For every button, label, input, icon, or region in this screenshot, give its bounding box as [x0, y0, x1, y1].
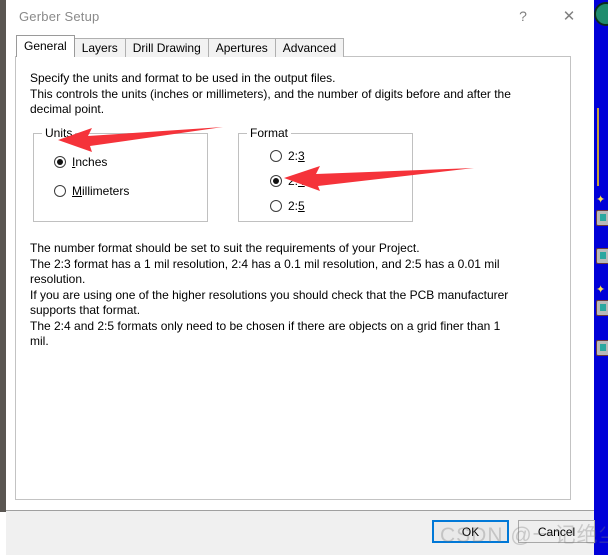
radio-millimeters[interactable]: Millimeters — [54, 183, 129, 198]
description-bottom: The number format should be set to suit … — [30, 241, 550, 350]
dialog-footer: OK Cancel — [6, 510, 595, 555]
close-icon[interactable]: ✕ — [552, 0, 586, 31]
desktop-background-strip: ✦ ✦ — [592, 0, 608, 555]
units-group-title: Units — [42, 126, 76, 140]
radio-format-2-4[interactable]: 2:4 — [270, 173, 305, 188]
radio-format-2-5-label: 2:5 — [288, 198, 305, 213]
description-bottom-line: supports that format. — [30, 303, 141, 317]
radio-format-2-5[interactable]: 2:5 — [270, 198, 305, 213]
radio-millimeters-indicator — [54, 184, 66, 197]
tab-layers[interactable]: Layers — [73, 38, 126, 57]
window-title: Gerber Setup — [19, 8, 100, 24]
desktop-icon[interactable] — [596, 300, 608, 316]
units-group-box: Units Inches Millimeters — [33, 126, 208, 222]
radio-inches-label: Inches — [72, 154, 108, 169]
title-bar: Gerber Setup ? ✕ — [6, 0, 594, 32]
desktop-icon[interactable] — [596, 248, 608, 264]
desktop-icon[interactable] — [596, 210, 608, 226]
radio-format-2-3[interactable]: 2:3 — [270, 148, 305, 163]
tab-general[interactable]: General — [16, 35, 75, 57]
format-group-title: Format — [247, 126, 292, 140]
radio-inches[interactable]: Inches — [54, 154, 107, 169]
tab-panel-general: Specify the units and format to be used … — [15, 56, 571, 500]
desktop-sparkle-icon: ✦ — [596, 284, 606, 296]
description-bottom-line: The 2:3 format has a 1 mil resolution, 2… — [30, 256, 500, 271]
desktop-icon[interactable] — [596, 340, 608, 356]
desktop-sparkle-icon: ✦ — [596, 194, 606, 206]
description-bottom-line: mil. — [30, 334, 49, 348]
help-icon[interactable]: ? — [506, 0, 540, 31]
tab-advanced[interactable]: Advanced — [274, 38, 345, 57]
description-top-line: Specify the units and format to be used … — [30, 71, 336, 85]
radio-millimeters-label: Millimeters — [72, 183, 130, 198]
tab-strip: General Layers Drill Drawing Apertures A… — [16, 35, 345, 57]
radio-format-2-3-indicator — [270, 149, 282, 162]
tab-apertures[interactable]: Apertures — [207, 38, 276, 57]
description-bottom-line: resolution. — [30, 272, 86, 286]
description-top-line: decimal point. — [30, 102, 105, 116]
description-top: Specify the units and format to be used … — [30, 71, 550, 118]
radio-format-2-4-label: 2:4 — [288, 173, 305, 188]
radio-format-2-5-indicator — [270, 199, 282, 212]
ok-button[interactable]: OK — [432, 520, 509, 543]
radio-format-2-4-indicator — [270, 174, 282, 187]
description-bottom-line: If you are using one of the higher resol… — [30, 287, 509, 302]
description-bottom-line: The 2:4 and 2:5 formats only need to be … — [30, 318, 501, 333]
radio-inches-indicator — [54, 155, 66, 168]
radio-format-2-3-label: 2:3 — [288, 148, 305, 163]
description-bottom-line: The number format should be set to suit … — [30, 241, 420, 255]
format-group-box: Format 2:3 2:4 2:5 — [238, 126, 413, 222]
cancel-button[interactable]: Cancel — [518, 520, 595, 543]
desktop-line — [597, 108, 599, 186]
gerber-setup-dialog: Gerber Setup ? ✕ General Layers Drill Dr… — [6, 0, 595, 555]
description-top-line: This controls the units (inches or milli… — [30, 86, 511, 101]
tab-drill-drawing[interactable]: Drill Drawing — [124, 38, 209, 57]
